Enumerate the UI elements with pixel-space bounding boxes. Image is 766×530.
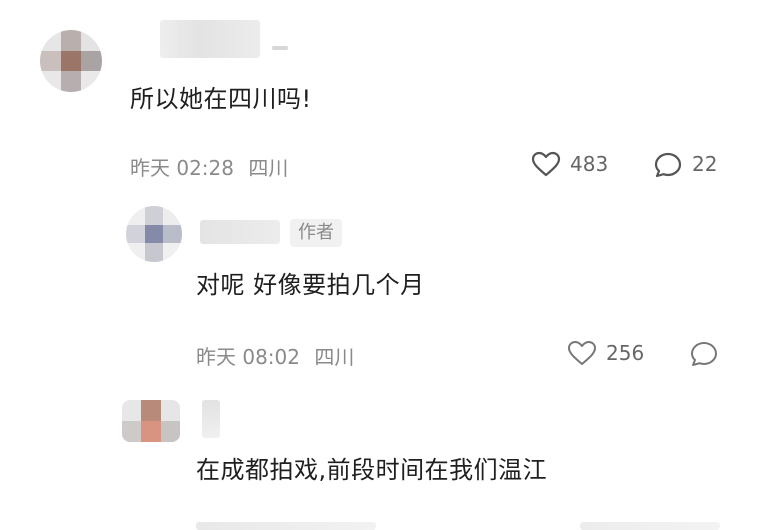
- comment-text: 在成都拍戏,前段时间在我们温江: [196, 456, 548, 484]
- comment-meta: 昨天 02:28 四川: [130, 152, 288, 181]
- heart-icon[interactable]: [531, 151, 561, 177]
- reply-count[interactable]: 22: [692, 152, 717, 176]
- action-row-partial: [580, 522, 720, 530]
- username-blurred[interactable]: [160, 20, 260, 58]
- meta-row-partial: [196, 522, 376, 530]
- comment-time: 昨天 08:02: [196, 345, 300, 369]
- comment-text: 对呢 好像要拍几个月: [196, 271, 425, 299]
- username-blurred-tail: [272, 46, 288, 50]
- heart-icon[interactable]: [567, 340, 597, 366]
- comment-time: 昨天 02:28: [130, 156, 234, 180]
- avatar[interactable]: [126, 206, 182, 262]
- username-blurred[interactable]: [202, 400, 220, 438]
- comment-text: 所以她在四川吗!: [130, 85, 312, 113]
- username-blurred[interactable]: [200, 220, 280, 244]
- comment-meta: 昨天 08:02 四川: [196, 341, 354, 370]
- speech-bubble-icon[interactable]: [690, 341, 718, 367]
- speech-bubble-icon[interactable]: [654, 152, 682, 178]
- author-badge: 作者: [290, 219, 342, 247]
- avatar[interactable]: [40, 30, 102, 92]
- like-count: 256: [606, 341, 645, 365]
- comment-location: 四川: [248, 156, 289, 180]
- comment-location: 四川: [314, 345, 355, 369]
- like-count: 483: [570, 152, 609, 176]
- avatar[interactable]: [122, 400, 180, 442]
